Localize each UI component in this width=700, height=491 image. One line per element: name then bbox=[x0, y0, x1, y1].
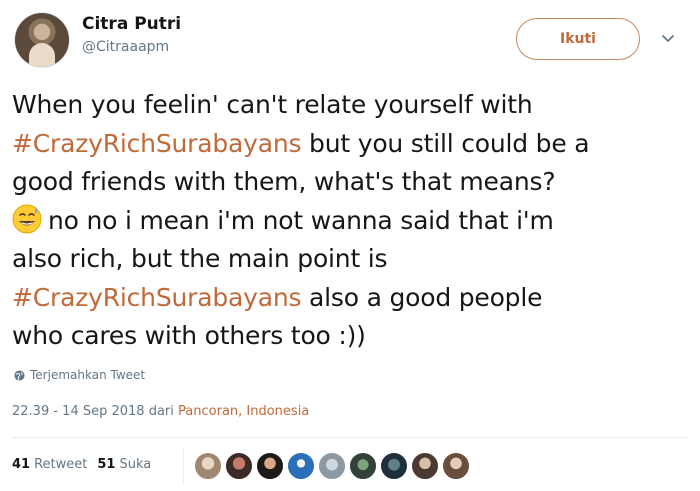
hashtag-link[interactable]: #CrazyRichSurabayans bbox=[12, 283, 302, 312]
divider bbox=[12, 437, 688, 438]
liker-avatars bbox=[194, 452, 473, 480]
tweet-line-text: no no i mean i'm not wanna said that i'm bbox=[48, 205, 554, 235]
translate-tweet-link[interactable]: Terjemahkan Tweet bbox=[14, 368, 145, 382]
retweet-count[interactable]: 41 Retweet bbox=[12, 457, 87, 472]
translate-label: Terjemahkan Tweet bbox=[30, 368, 146, 382]
liker-avatar[interactable] bbox=[318, 452, 346, 480]
author-display-name[interactable]: Citra Putri bbox=[82, 14, 181, 34]
liker-avatar[interactable] bbox=[349, 452, 377, 480]
retweet-label: Retweet bbox=[34, 457, 88, 472]
tweet-line: also rich, but the main point is bbox=[12, 244, 388, 273]
tweet-time[interactable]: 22.39 - 14 Sep 2018 bbox=[12, 404, 145, 419]
hashtag-link[interactable]: #CrazyRichSurabayans bbox=[12, 129, 302, 158]
tweet-line: no no i mean i'm not wanna said that i'm bbox=[12, 202, 692, 241]
liker-avatar[interactable] bbox=[225, 452, 253, 480]
tweet-line: #CrazyRichSurabayans also a good people bbox=[12, 279, 692, 318]
tweet-line: good friends with them, what's that mean… bbox=[12, 167, 556, 196]
tweet-line: When you feelin' can't relate yourself w… bbox=[12, 90, 533, 119]
liker-avatar[interactable] bbox=[380, 452, 408, 480]
liker-avatar[interactable] bbox=[256, 452, 284, 480]
grinning-face-with-sweat-emoji bbox=[12, 204, 42, 233]
tweet-line: #CrazyRichSurabayans but you still could… bbox=[12, 125, 692, 164]
chevron-down-icon[interactable] bbox=[660, 30, 676, 46]
tweet-stats: 41 Retweet 51 Suka bbox=[12, 457, 151, 472]
liker-avatar[interactable] bbox=[287, 452, 315, 480]
tweet-line-text: also a good people bbox=[301, 282, 543, 312]
liker-avatar[interactable] bbox=[411, 452, 439, 480]
like-count-value: 51 bbox=[97, 457, 116, 472]
avatar[interactable] bbox=[14, 12, 70, 68]
like-count[interactable]: 51 Suka bbox=[97, 457, 151, 472]
retweet-count-value: 41 bbox=[12, 457, 31, 472]
tweet-card: Citra Putri @Citraaapm Ikuti When you fe… bbox=[0, 0, 700, 491]
follow-button[interactable]: Ikuti bbox=[516, 18, 640, 60]
tweet-timestamp: 22.39 - 14 Sep 2018 dari Pancoran, Indon… bbox=[12, 404, 309, 419]
tweet-line: who cares with others too :)) bbox=[12, 321, 366, 350]
liker-avatar[interactable] bbox=[194, 452, 222, 480]
location-link[interactable]: Pancoran, Indonesia bbox=[178, 404, 309, 419]
tweet-text: When you feelin' can't relate yourself w… bbox=[12, 86, 692, 356]
globe-icon bbox=[14, 369, 25, 381]
divider bbox=[183, 447, 184, 483]
tweet-line-text: but you still could be a bbox=[301, 128, 590, 158]
author-handle[interactable]: @Citraaapm bbox=[82, 39, 169, 55]
like-label: Suka bbox=[119, 457, 152, 472]
liker-avatar[interactable] bbox=[442, 452, 470, 480]
from-label: dari bbox=[144, 404, 179, 419]
